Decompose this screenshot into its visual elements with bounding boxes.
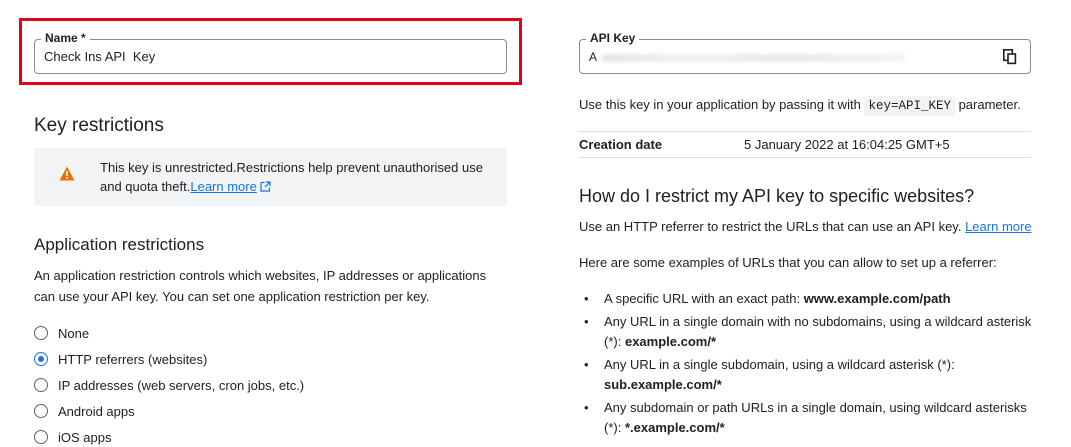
divider-bottom xyxy=(579,157,1031,158)
radio-button[interactable] xyxy=(34,326,48,340)
creation-date-value: 5 January 2022 at 16:04:25 GMT+5 xyxy=(744,137,950,152)
warning-learn-more-link[interactable]: Learn more xyxy=(190,179,256,194)
radio-label[interactable]: HTTP referrers (websites) xyxy=(58,352,207,367)
radio-option-http-referrers[interactable]: HTTP referrers (websites) xyxy=(34,349,207,369)
copy-icon[interactable] xyxy=(1003,49,1017,65)
key-restrictions-heading: Key restrictions xyxy=(34,115,164,136)
name-input-value[interactable]: Check Ins API Key xyxy=(44,49,155,64)
list-item: A specific URL with an exact path: www.e… xyxy=(579,289,1039,309)
warning-triangle-icon xyxy=(59,166,75,181)
example-url: *.example.com/* xyxy=(624,420,725,435)
name-field-label: Name * xyxy=(41,31,90,45)
unrestricted-warning: This key is unrestricted.Restrictions he… xyxy=(34,148,507,206)
example-url: sub.example.com/* xyxy=(604,377,722,392)
referrer-examples-list: A specific URL with an exact path: www.e… xyxy=(579,289,1039,441)
application-restrictions-heading: Application restrictions xyxy=(34,235,205,254)
list-item: Any URL in a single subdomain, using a w… xyxy=(579,355,1039,395)
usage-prefix: Use this key in your application by pass… xyxy=(579,97,861,112)
warning-text: This key is unrestricted.Restrictions he… xyxy=(100,158,500,196)
creation-date-label: Creation date xyxy=(579,137,663,152)
radio-option-android-apps[interactable]: Android apps xyxy=(34,401,135,421)
api-key-field[interactable]: API Key A xyxy=(579,31,1031,74)
external-link-icon[interactable] xyxy=(260,181,271,192)
howto-heading: How do I restrict my API key to specific… xyxy=(579,186,975,206)
examples-intro: Here are some examples of URLs that you … xyxy=(579,255,997,270)
radio-button-selected[interactable] xyxy=(34,352,48,366)
application-restrictions-description: An application restriction controls whic… xyxy=(34,268,487,304)
radio-button[interactable] xyxy=(34,378,48,392)
api-key-value[interactable]: A xyxy=(589,50,597,64)
api-key-usage-text: Use this key in your application by pass… xyxy=(579,96,1021,116)
radio-button[interactable] xyxy=(34,430,48,444)
usage-code: key=API_KEY xyxy=(864,96,955,116)
api-key-redacted xyxy=(602,54,907,62)
radio-label[interactable]: None xyxy=(58,326,89,341)
example-text: A specific URL with an exact path: xyxy=(604,291,801,306)
radio-option-none[interactable]: None xyxy=(34,323,89,343)
radio-label[interactable]: IP addresses (web servers, cron jobs, et… xyxy=(58,378,304,393)
warning-message: This key is unrestricted.Restrictions he… xyxy=(100,160,483,194)
example-url: www.example.com/path xyxy=(803,291,951,306)
radio-option-ip-addresses[interactable]: IP addresses (web servers, cron jobs, et… xyxy=(34,375,304,395)
howto-learn-more-link[interactable]: Learn more xyxy=(965,219,1031,234)
divider-top xyxy=(579,131,1031,132)
radio-label[interactable]: Android apps xyxy=(58,404,135,419)
howto-intro: Use an HTTP referrer to restrict the URL… xyxy=(579,219,1032,234)
api-key-label: API Key xyxy=(586,31,640,45)
example-text: Any URL in a single subdomain, using a w… xyxy=(604,357,955,372)
example-url: example.com/* xyxy=(624,334,717,349)
radio-label[interactable]: iOS apps xyxy=(58,430,111,445)
usage-suffix: parameter. xyxy=(958,97,1021,112)
name-field[interactable]: Name * Check Ins API Key xyxy=(34,31,507,74)
list-item: Any subdomain or path URLs in a single d… xyxy=(579,398,1039,438)
radio-option-ios-apps[interactable]: iOS apps xyxy=(34,427,111,447)
radio-button[interactable] xyxy=(34,404,48,418)
howto-intro-text: Use an HTTP referrer to restrict the URL… xyxy=(579,219,962,234)
list-item: Any URL in a single domain with no subdo… xyxy=(579,312,1039,352)
warning-learn-more-label[interactable]: Learn more xyxy=(190,179,256,194)
